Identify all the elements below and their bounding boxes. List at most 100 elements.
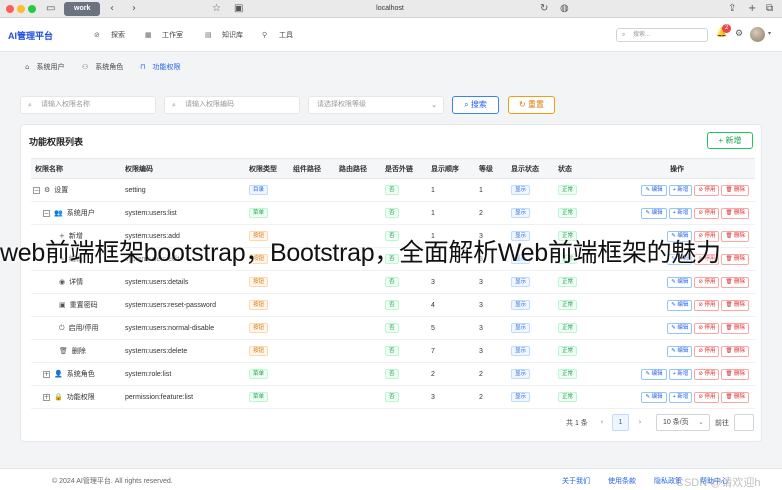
page-number-current[interactable]: 1: [612, 414, 629, 431]
permission-list-card: 功能权限列表 + 新增 权限名称 权限编码 权限类型 组件路径 路由路径 是否外链 显示顺序…: [20, 124, 762, 442]
profile-icon[interactable]: ◍: [560, 3, 569, 15]
permission-level: 1: [475, 178, 507, 202]
disable-button[interactable]: ⊘ 停用: [694, 345, 720, 357]
tab-system-users[interactable]: ⌂ 系统用户: [25, 62, 64, 72]
disable-button[interactable]: ⊘ 停用: [694, 276, 720, 288]
bookmark-star-icon[interactable]: ☆: [212, 3, 221, 15]
avatar[interactable]: [750, 27, 765, 42]
permission-code-input[interactable]: ⌕ 请输入权限编码: [164, 96, 300, 114]
permission-name-cell: ◉ 详情: [31, 270, 121, 294]
nav-knowledge[interactable]: ▤ 知识库: [205, 30, 243, 40]
app-header: AI管理平台 ⊘ 探索 ▦ 工作室 ▤ 知识库 ⚲ 工具 ⌕ 搜索... 🔔 2 ⚙ ▾: [0, 18, 782, 52]
page-size-select[interactable]: 10 条/页 ⌄: [656, 414, 710, 431]
share-icon[interactable]: ⇪: [728, 3, 736, 15]
display-status-cell: 显示: [507, 385, 554, 409]
global-search-input[interactable]: ⌕ 搜索...: [616, 28, 708, 42]
home-icon: ⌂: [25, 63, 30, 71]
status-cell: 正常: [554, 178, 595, 202]
disable-button[interactable]: ⊘ 停用: [694, 207, 720, 219]
delete-button[interactable]: 🗑 删除: [721, 207, 749, 219]
chevron-down-icon[interactable]: ▾: [768, 30, 771, 37]
add-child-button[interactable]: + 新增: [668, 368, 693, 380]
tab-overview-icon[interactable]: ⧉: [766, 3, 773, 15]
delete-button[interactable]: 🗑 删除: [721, 276, 749, 288]
permission-name-input[interactable]: ⌕ 请输入权限名称: [20, 96, 156, 114]
collapse-toggle-icon[interactable]: −: [43, 209, 50, 217]
nav-label: 工作室: [162, 32, 183, 39]
disable-button[interactable]: ⊘ 停用: [694, 184, 720, 196]
delete-button[interactable]: 🗑 删除: [721, 345, 749, 357]
delete-button[interactable]: 🗑 删除: [721, 299, 749, 311]
collapse-toggle-icon[interactable]: −: [33, 186, 40, 194]
edit-button[interactable]: ✎ 编辑: [667, 299, 693, 311]
table-row: + 🔒 功能权限 permission:feature:list 菜单 否 3 2 显示 正常 ✎ …: [31, 385, 755, 409]
button-label: 重置: [527, 100, 544, 109]
delete-button[interactable]: 🗑 删除: [721, 184, 749, 196]
maximize-window-button[interactable]: [28, 5, 36, 13]
permission-type-badge: 按钮: [249, 300, 269, 310]
disable-button[interactable]: ⊘ 停用: [694, 368, 720, 380]
permission-level-select[interactable]: 请选择权限等级 ⌄: [308, 96, 444, 114]
tab-group-work[interactable]: work: [64, 2, 100, 16]
add-child-button[interactable]: + 新增: [668, 207, 693, 219]
edit-button[interactable]: ✎ 编辑: [641, 207, 667, 219]
footer-link-terms[interactable]: 使用条款: [608, 476, 636, 486]
permission-type-cell: 按钮: [245, 293, 289, 317]
delete-button[interactable]: 🗑 删除: [721, 322, 749, 334]
permission-code: permission:feature:list: [121, 385, 245, 409]
page-footer: © 2024 AI管理平台. All rights reserved. 关于我们…: [0, 468, 782, 490]
prev-page-icon[interactable]: ‹: [594, 414, 610, 430]
add-permission-button[interactable]: + 新增: [707, 132, 753, 149]
nav-explore[interactable]: ⊘ 探索: [94, 30, 125, 40]
nav-label: 探索: [111, 32, 125, 39]
brand-logo[interactable]: AI管理平台: [8, 29, 53, 42]
jump-page-input[interactable]: [734, 414, 754, 431]
edit-button[interactable]: ✎ 编辑: [667, 276, 693, 288]
permission-name: 设置: [54, 187, 69, 194]
chevron-down-icon: ⌄: [431, 101, 437, 109]
expand-toggle-icon[interactable]: +: [43, 370, 50, 378]
edit-button[interactable]: ✎ 编辑: [641, 184, 667, 196]
add-child-button[interactable]: + 新增: [668, 391, 693, 403]
nav-studio[interactable]: ▦ 工作室: [145, 30, 183, 40]
back-icon[interactable]: ‹: [110, 3, 114, 15]
table-row: 🗑 删除 system:users:delete 按钮否 7 3 显示 正常 ✎ 编辑 ⊘ 停用 🗑…: [31, 339, 755, 363]
disable-button[interactable]: ⊘ 停用: [694, 299, 720, 311]
edit-button[interactable]: ✎ 编辑: [667, 345, 693, 357]
sidebar-toggle-icon[interactable]: ▭: [46, 3, 55, 15]
close-window-button[interactable]: [6, 5, 14, 13]
address-bar[interactable]: localhost: [330, 3, 450, 15]
forward-icon[interactable]: ›: [132, 3, 136, 15]
site-info-icon[interactable]: ▣: [234, 3, 243, 15]
external-link-badge: 否: [385, 208, 399, 218]
reset-button[interactable]: ↻ 重置: [508, 96, 555, 114]
add-child-button[interactable]: + 新增: [668, 184, 693, 196]
display-order: 3: [427, 270, 475, 294]
actions-cell: ✎ 编辑 + 新增 ⊘ 停用 🗑 删除: [595, 201, 755, 225]
tab-system-roles[interactable]: ⚇ 系统角色: [82, 62, 123, 72]
new-tab-icon[interactable]: +: [748, 3, 756, 15]
search-button[interactable]: ⌕ 搜索: [452, 96, 499, 114]
nav-tools[interactable]: ⚲ 工具: [262, 30, 293, 40]
reload-icon[interactable]: ↻: [540, 3, 548, 15]
disable-button[interactable]: ⊘ 停用: [694, 322, 720, 334]
expand-toggle-icon[interactable]: +: [43, 393, 50, 401]
footer-link-about[interactable]: 关于我们: [562, 476, 590, 486]
edit-button[interactable]: ✎ 编辑: [667, 322, 693, 334]
gear-icon[interactable]: ⚙: [735, 29, 743, 39]
next-page-icon[interactable]: ›: [632, 414, 648, 430]
delete-button[interactable]: 🗑 删除: [721, 368, 749, 380]
table-header-row: 权限名称 权限编码 权限类型 组件路径 路由路径 是否外链 显示顺序 等级 显示状态 状态 操作: [31, 158, 755, 179]
disable-button[interactable]: ⊘ 停用: [694, 391, 720, 403]
minimize-window-button[interactable]: [17, 5, 25, 13]
status-badge: 正常: [558, 369, 578, 379]
delete-button[interactable]: 🗑 删除: [721, 391, 749, 403]
permission-name: 删除: [71, 348, 86, 355]
table-row: − ⚙ 设置 setting 目录否 1 1 显示 正常 ✎ 编辑 + 新增 ⊘ 停用 🗑 删除: [31, 178, 755, 202]
status-cell: 正常: [554, 316, 595, 340]
edit-button[interactable]: ✎ 编辑: [641, 391, 667, 403]
permission-code: system:users:delete: [121, 339, 245, 363]
edit-button[interactable]: ✎ 编辑: [641, 368, 667, 380]
tab-feature-permissions[interactable]: ⊓ 功能权限: [140, 62, 180, 72]
table-body: − ⚙ 设置 setting 目录否 1 1 显示 正常 ✎ 编辑 + 新增 ⊘ 停用 🗑 删除 − 👥 系统…: [31, 178, 755, 409]
